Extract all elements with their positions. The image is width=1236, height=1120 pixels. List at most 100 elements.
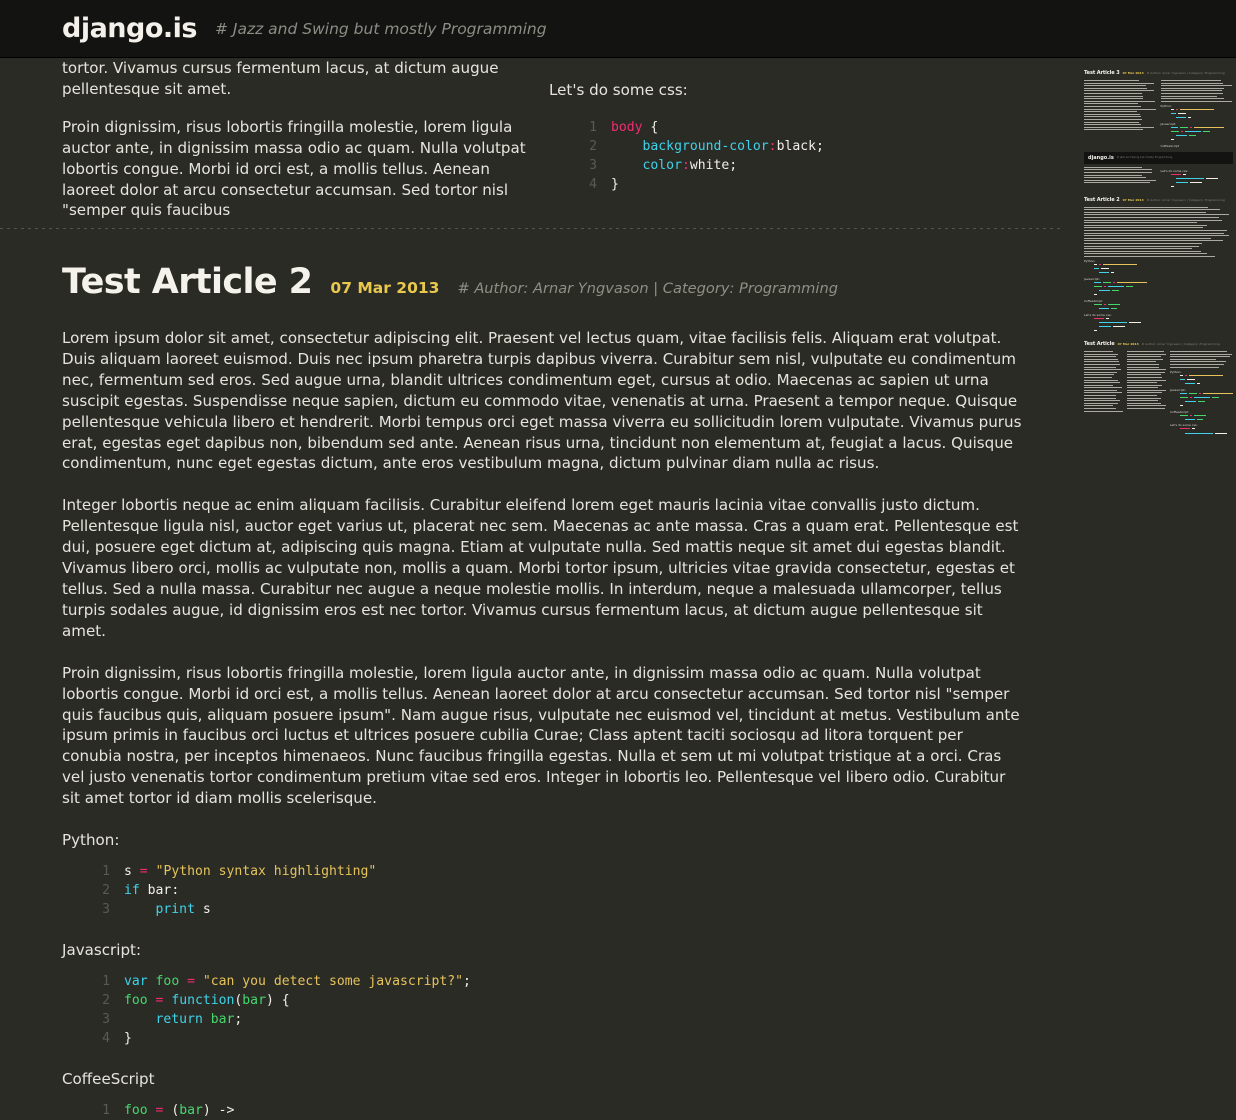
code-token: var: [124, 974, 148, 989]
minimap-brand-tagline: # Jazz and Swing but mostly Programming: [1117, 156, 1172, 159]
minimap-code-block: [1161, 127, 1234, 142]
minimap-text-lines: [1127, 374, 1166, 396]
code-line: 4}: [571, 175, 1029, 194]
code-line: 3 color:white;: [571, 156, 1029, 175]
code-block-coffeescript[interactable]: 1 foo = (bar) ->: [62, 1101, 1000, 1120]
code-token: background-color: [611, 139, 769, 154]
code-token: }: [124, 1031, 132, 1046]
code-line: 2 foo = function(bar) {: [84, 991, 1000, 1010]
code-line: 2 background-color:black;: [571, 137, 1029, 156]
minimap-article-date: 07 Mar 2013: [1123, 198, 1144, 202]
minimap-article-header[interactable]: Test Article 07 Mar 2013 # Author: Arnar Y…: [1084, 341, 1233, 347]
code-token: [148, 1103, 156, 1118]
minimap-article-header[interactable]: Test Article 3 07 Mar 2013 # Author: Arnar…: [1084, 70, 1233, 76]
code-line: 4}: [84, 1029, 1000, 1048]
code-token: :: [682, 158, 690, 173]
minimap-article-header[interactable]: Test Article 2 07 Mar 2013 # Author: Arnar…: [1084, 197, 1233, 203]
code-line: 2 if bar:: [84, 881, 1000, 900]
minimap-label: Python:: [1084, 259, 1233, 263]
minimap-text-lines: [1084, 398, 1123, 412]
code-token: =: [156, 1103, 164, 1118]
minimap-label: Javascript:: [1161, 122, 1234, 126]
minimap-section[interactable]: Test Article 3 07 Mar 2013 # Author: Arnar…: [1084, 70, 1233, 149]
code-token: bar:: [140, 883, 179, 898]
minimap-text-lines: [1084, 167, 1157, 171]
code-token: bar: [211, 1012, 235, 1027]
code-token: s: [124, 864, 140, 879]
article-meta: # Author: Arnar Yngvason | Category: Pro…: [457, 280, 838, 297]
minimap-code-block: [1084, 264, 1233, 275]
code-line-number: 4: [84, 1029, 110, 1048]
site-brand-logo[interactable]: django.is: [62, 13, 197, 44]
minimap-text-lines: [1084, 207, 1233, 226]
code-line-number: 4: [571, 175, 597, 194]
code-token: print: [124, 902, 195, 917]
javascript-block-label: Javascript:: [62, 940, 1000, 961]
code-token: [148, 993, 156, 1008]
code-line: 1 body {: [571, 118, 1029, 137]
code-line-number: 1: [84, 1101, 110, 1120]
code-token: }: [611, 177, 619, 192]
minimap-brand: django.is: [1088, 155, 1114, 161]
minimap-section[interactable]: Let's do some css:: [1084, 167, 1233, 191]
code-line-number: 3: [571, 156, 597, 175]
page-overview-minimap[interactable]: Test Article 3 07 Mar 2013 # Author: Arnar…: [1084, 64, 1233, 434]
code-token: foo: [124, 993, 148, 1008]
minimap-article-date: 07 Mar 2013: [1123, 71, 1144, 75]
site-tagline: # Jazz and Swing but mostly Programming: [215, 20, 547, 38]
article-title[interactable]: Test Article 2: [62, 262, 312, 302]
code-token: bar: [179, 1103, 203, 1118]
code-block-python[interactable]: 1s = "Python syntax highlighting" 2 if bar…: [62, 862, 1000, 919]
code-token: "can you detect some javascript?": [203, 974, 463, 989]
code-line: 3 return bar;: [84, 1010, 1000, 1029]
minimap-site-header: django.is # Jazz and Swing but mostly Pro…: [1084, 152, 1233, 164]
python-block-label: Python:: [62, 830, 1000, 851]
minimap-code-block: [1170, 393, 1233, 408]
code-token: [148, 974, 156, 989]
minimap-text-lines: [1161, 80, 1234, 102]
minimap-article-meta: # Author: Arnar Yngvason | Category: Pro…: [1142, 342, 1220, 346]
minimap-article-title: Test Article: [1084, 341, 1115, 347]
code-token: [179, 974, 187, 989]
previous-article-tail: tortor. Vivamus cursus fermentum lacus, …: [0, 58, 1236, 218]
minimap-section[interactable]: Test Article 07 Mar 2013 # Author: Arnar Y…: [1084, 341, 1233, 434]
page-canvas: tortor. Vivamus cursus fermentum lacus, …: [0, 58, 1236, 1051]
minimap-label: CoffeeScript: [1161, 144, 1234, 148]
code-token: ;: [234, 1012, 242, 1027]
minimap-text-lines: [1084, 351, 1123, 375]
minimap-article-date: 07 Mar 2013: [1118, 342, 1139, 346]
minimap-text-lines: [1084, 227, 1233, 241]
minimap-code-block: [1084, 304, 1233, 311]
article-test-article-2: Test Article 2 07 Mar 2013 # Author: Arn…: [0, 218, 1000, 1120]
minimap-article-title: Test Article 2: [1084, 197, 1120, 203]
code-line-number: 2: [571, 137, 597, 156]
paragraph: tortor. Vivamus cursus fermentum lacus, …: [62, 58, 532, 100]
code-token: foo: [156, 974, 180, 989]
minimap-text-lines: [1127, 351, 1166, 373]
article-paragraph: Integer lobortis neque ac enim aliquam f…: [62, 495, 1022, 641]
minimap-section[interactable]: Test Article 2 07 Mar 2013 # Author: Arnar…: [1084, 197, 1233, 333]
article-paragraph: Lorem ipsum dolor sit amet, consectetur …: [62, 328, 1022, 474]
code-line: 3 print s: [84, 900, 1000, 919]
site-header: django.is # Jazz and Swing but mostly Pr…: [0, 0, 1236, 58]
minimap-code-block: [1084, 318, 1233, 333]
minimap-text-lines: [1170, 351, 1233, 368]
code-token: :: [769, 139, 777, 154]
code-token: black;: [777, 139, 824, 154]
minimap-label: Let's do some css:: [1084, 313, 1233, 317]
coffeescript-block-label: CoffeeScript: [62, 1069, 1000, 1090]
code-token: "Python syntax highlighting": [156, 864, 377, 879]
code-block-css[interactable]: 1 body {2 background-color:black; 3 color:…: [549, 118, 1029, 194]
minimap-article-meta: # Author: Arnar Yngvason | Category: Pro…: [1147, 71, 1225, 75]
paragraph: Proin dignissim, risus lobortis fringill…: [62, 117, 532, 222]
code-token: white;: [690, 158, 737, 173]
code-block-javascript[interactable]: 1 var foo = "can you detect some javascri…: [62, 972, 1000, 1048]
minimap-code-block: [1161, 109, 1234, 120]
code-line-number: 1: [84, 972, 110, 991]
minimap-code-block: [1170, 428, 1233, 434]
code-token: [203, 1012, 211, 1027]
code-token: function: [171, 993, 234, 1008]
code-token: (: [163, 1103, 179, 1118]
code-token: ;: [463, 974, 471, 989]
previous-article-css-column: Let's do some css: 1 body {2 background-c…: [549, 80, 1029, 215]
